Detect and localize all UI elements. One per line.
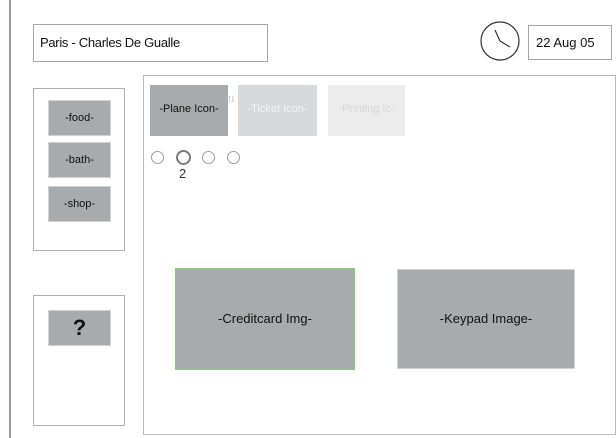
location-text: Paris - Charles De Gualle — [40, 35, 180, 50]
tab-plane[interactable]: -Plane Icon- — [150, 85, 228, 136]
step-dot-2[interactable] — [176, 150, 191, 165]
bath-button[interactable]: -bath- — [48, 142, 111, 178]
step-dot-1[interactable] — [151, 151, 164, 164]
date-text: 22 Aug 05 — [536, 35, 595, 50]
date-display: 22 Aug 05 — [528, 25, 612, 60]
creditcard-image[interactable]: -Creditcard Img- — [175, 268, 355, 370]
left-divider — [9, 0, 11, 438]
step-dot-3[interactable] — [202, 151, 215, 164]
category-panel: -food- -bath- -shop- — [33, 88, 125, 251]
food-button[interactable]: -food- — [48, 100, 111, 136]
tab-ticket[interactable]: -Ticket Icon- — [238, 85, 317, 136]
clock-icon — [480, 21, 520, 61]
tab-printing[interactable]: -Printing Ic- — [328, 85, 405, 136]
step-dot-4[interactable] — [227, 151, 240, 164]
step-number: 2 — [179, 166, 187, 181]
help-panel: ? — [33, 295, 125, 426]
tab-ghost-text: u — [228, 93, 235, 105]
shop-button[interactable]: -shop- — [48, 186, 111, 222]
help-button[interactable]: ? — [48, 310, 111, 346]
location-display: Paris - Charles De Gualle — [33, 24, 268, 62]
keypad-image[interactable]: -Keypad Image- — [397, 269, 575, 369]
